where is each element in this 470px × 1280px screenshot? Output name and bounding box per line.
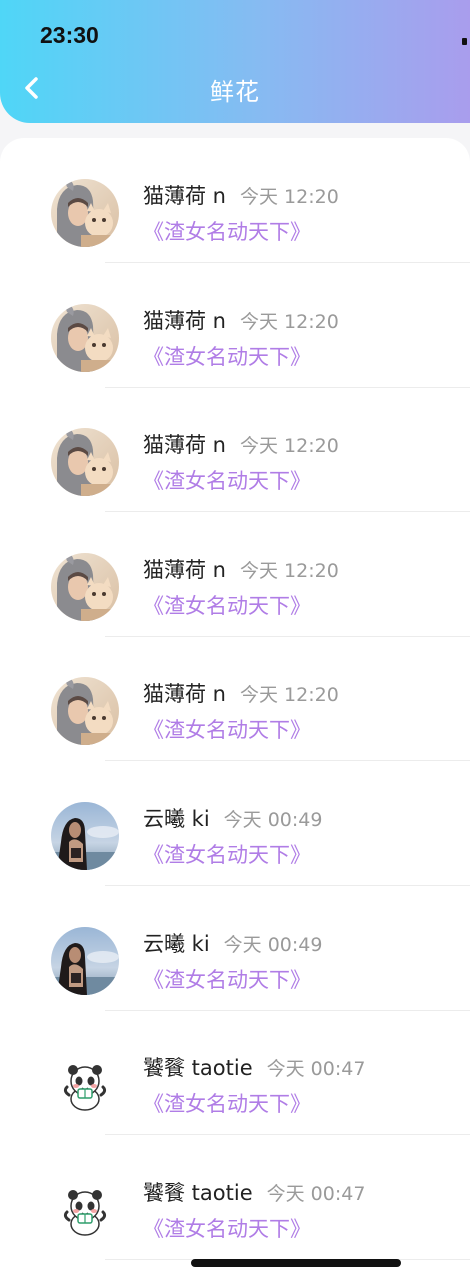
status-indicator <box>462 38 467 45</box>
gift-time: 今天 00:49 <box>223 809 323 831</box>
work-title-link[interactable]: 《渣女名动天下》 <box>143 839 311 869</box>
gift-time: 今天 00:47 <box>266 1182 366 1205</box>
user-name-label: 猫薄荷 n <box>143 433 226 458</box>
work-title-link[interactable]: 《渣女名动天下》 <box>143 465 311 495</box>
gift-time: 今天 00:49 <box>223 933 323 956</box>
avatar-cat-girl[interactable] <box>51 552 119 621</box>
header-bar: 23:30 鲜花 <box>0 0 470 123</box>
list-item[interactable]: 猫薄荷 n 今天 12:20 《渣女名动天下》 <box>0 387 470 513</box>
user-name: 饕餮 taotie 今天 00:47 <box>143 1052 365 1082</box>
page-title: 鲜花 <box>210 78 260 106</box>
avatar-cat-girl[interactable] <box>51 179 119 247</box>
user-name: 猫薄荷 n 今天 12:20 <box>143 678 339 708</box>
work-title-link[interactable]: 《渣女名动天下》 <box>143 341 311 371</box>
user-name: 云曦 ki 今天 00:49 <box>143 928 322 958</box>
avatar-sky-girl[interactable] <box>51 802 119 870</box>
flower-list: 猫薄荷 n 今天 12:20 《渣女名动天下》 猫薄荷 n 今天 12:20 《渣女名动… <box>0 138 470 1280</box>
work-title-link[interactable]: 《渣女名动天下》 <box>143 1088 311 1118</box>
user-name-label: 饕餮 taotie <box>143 1056 253 1081</box>
user-name: 云曦 ki 今天 00:49 <box>143 803 322 833</box>
gift-time: 今天 00:47 <box>266 1058 366 1081</box>
work-title-link[interactable]: 《渣女名动天下》 <box>143 964 311 994</box>
avatar-cat-girl[interactable] <box>51 428 119 497</box>
list-item[interactable]: 饕餮 taotie 今天 00:47 《渣女名动天下》 <box>0 1010 470 1136</box>
work-title-link[interactable]: 《渣女名动天下》 <box>143 590 311 620</box>
list-item[interactable]: 云曦 ki 今天 00:49 《渣女名动天下》 <box>0 761 470 886</box>
avatar-cat-girl[interactable] <box>51 303 119 372</box>
user-name-label: 猫薄荷 n <box>143 557 226 582</box>
user-name-label: 猫薄荷 n <box>143 682 226 707</box>
status-bar-time: 23:30 <box>40 22 99 48</box>
work-title-link[interactable]: 《渣女名动天下》 <box>143 1213 311 1243</box>
gift-time: 今天 12:20 <box>240 435 339 458</box>
avatar-panda[interactable] <box>51 1175 119 1244</box>
user-name: 饕餮 taotie 今天 00:47 <box>143 1177 365 1207</box>
user-name-label: 饕餮 taotie <box>143 1180 253 1205</box>
gift-time: 今天 12:20 <box>240 310 339 333</box>
user-name: 猫薄荷 n 今天 12:20 <box>143 305 339 335</box>
list-item[interactable]: 猫薄荷 n 今天 12:20 《渣女名动天下》 <box>0 512 470 637</box>
work-title-link[interactable]: 《渣女名动天下》 <box>143 714 311 744</box>
list-item[interactable]: 猫薄荷 n 今天 12:20 《渣女名动天下》 <box>0 263 470 388</box>
user-name-label: 云曦 ki <box>143 931 210 956</box>
avatar-cat-girl[interactable] <box>51 677 119 746</box>
gift-time: 今天 12:20 <box>240 186 339 208</box>
gift-time: 今天 12:20 <box>240 559 339 582</box>
list-item[interactable]: 猫薄荷 n 今天 12:20 《渣女名动天下》 <box>0 636 470 762</box>
avatar-panda[interactable] <box>51 1051 119 1120</box>
list-item[interactable]: 猫薄荷 n 今天 12:20 《渣女名动天下》 <box>0 138 470 263</box>
user-name: 猫薄荷 n 今天 12:20 <box>143 180 339 210</box>
list-item[interactable]: 饕餮 taotie 今天 00:47 《渣女名动天下》 <box>0 1135 470 1260</box>
user-name: 猫薄荷 n 今天 12:20 <box>143 554 339 584</box>
user-name-label: 猫薄荷 n <box>143 184 226 208</box>
list-item[interactable]: 云曦 ki 今天 00:49 《渣女名动天下》 <box>0 886 470 1011</box>
avatar-sky-girl[interactable] <box>51 926 119 995</box>
work-title-link[interactable]: 《渣女名动天下》 <box>143 216 311 246</box>
home-indicator[interactable] <box>191 1259 401 1267</box>
gift-time: 今天 12:20 <box>240 684 339 707</box>
user-name-label: 云曦 ki <box>143 807 210 831</box>
user-name-label: 猫薄荷 n <box>143 308 226 333</box>
user-name: 猫薄荷 n 今天 12:20 <box>143 429 339 459</box>
